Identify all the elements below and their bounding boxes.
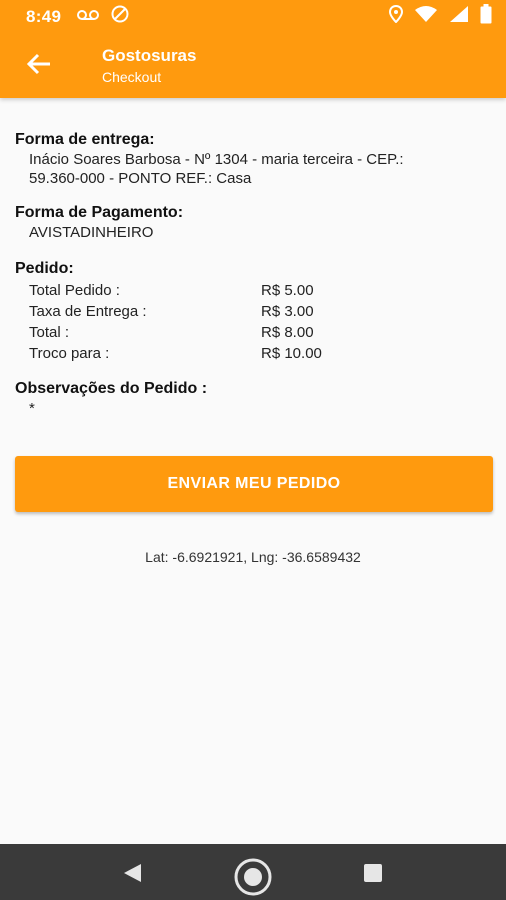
notes-section: Observações do Pedido : *	[15, 379, 493, 418]
payment-section: Forma de Pagamento: AVISTADINHEIRO	[15, 203, 493, 242]
order-row-value: R$ 10.00	[261, 345, 322, 362]
vpn-icon	[111, 5, 129, 28]
payment-method: AVISTADINHEIRO	[29, 224, 154, 241]
back-button[interactable]	[22, 49, 56, 83]
arrow-back-icon	[26, 53, 52, 80]
system-nav-bar	[0, 844, 506, 900]
status-time: 8:49	[26, 6, 62, 26]
order-row-total: Total : R$ 8.00	[15, 322, 493, 343]
order-rows: Total Pedido : R$ 5.00 Taxa de Entrega :…	[15, 280, 493, 364]
status-bar: 8:49	[0, 0, 506, 33]
nav-home-icon[interactable]	[233, 857, 273, 897]
wifi-icon	[414, 5, 438, 28]
notes-value: *	[29, 400, 35, 417]
location-icon	[388, 4, 404, 28]
nav-back-icon[interactable]	[121, 862, 143, 884]
status-icons-right	[388, 4, 492, 29]
order-row-label: Taxa de Entrega :	[29, 303, 147, 320]
delivery-heading: Forma de entrega:	[15, 131, 155, 148]
toolbar: Gostosuras Checkout	[0, 33, 506, 98]
delivery-address-line2: 59.360-000 - PONTO REF.: Casa	[29, 170, 252, 187]
page-subtitle: Checkout	[102, 69, 162, 85]
page-title: Gostosuras	[102, 46, 197, 65]
voicemail-icon	[77, 8, 100, 26]
order-row-value: R$ 8.00	[261, 324, 314, 341]
order-section: Pedido: Total Pedido : R$ 5.00 Taxa de E…	[15, 259, 493, 364]
order-row-label: Total :	[29, 324, 70, 341]
order-row-label: Troco para :	[29, 345, 110, 362]
notes-heading: Observações do Pedido :	[15, 380, 208, 397]
payment-heading: Forma de Pagamento:	[15, 204, 184, 221]
nav-recents-icon[interactable]	[363, 863, 383, 883]
order-row-label: Total Pedido :	[29, 282, 120, 299]
app-bar: 8:49 Gostosuras Checkout	[0, 0, 506, 98]
location-coordinates: Lat: -6.6921921, Lng: -36.6589432	[145, 549, 361, 565]
order-row-delivery-fee: Taxa de Entrega : R$ 3.00	[15, 301, 493, 322]
order-row-change: Troco para : R$ 10.00	[15, 343, 493, 364]
order-heading: Pedido:	[15, 260, 74, 277]
delivery-section: Forma de entrega: Inácio Soares Barbosa …	[15, 130, 493, 188]
signal-icon	[449, 5, 469, 28]
battery-icon	[480, 4, 492, 29]
status-icons-left	[77, 5, 129, 28]
send-order-button[interactable]: ENVIAR MEU PEDIDO	[15, 456, 493, 512]
delivery-address-line1: Inácio Soares Barbosa - Nº 1304 - maria …	[29, 151, 404, 168]
order-row-value: R$ 3.00	[261, 303, 314, 320]
order-row-subtotal: Total Pedido : R$ 5.00	[15, 280, 493, 301]
order-row-value: R$ 5.00	[261, 282, 314, 299]
